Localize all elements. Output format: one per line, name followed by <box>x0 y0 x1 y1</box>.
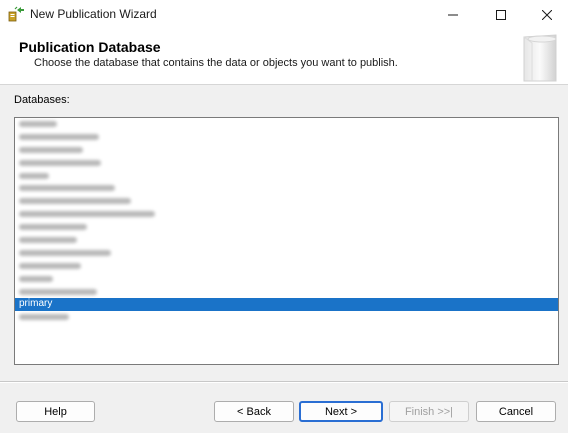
back-button[interactable]: < Back <box>214 401 294 422</box>
minimize-icon <box>448 14 458 15</box>
databases-label-text: Databases: <box>14 94 70 106</box>
wizard-app-icon <box>8 6 24 22</box>
cancel-button[interactable]: Cancel <box>476 401 556 422</box>
selected-database-name: primary <box>19 298 53 310</box>
list-item[interactable] <box>15 221 558 234</box>
back-button-label: < Back <box>237 405 271 418</box>
list-item[interactable] <box>15 208 558 221</box>
footer-divider-highlight <box>0 382 568 383</box>
window-title: New Publication Wizard <box>30 7 157 21</box>
list-item[interactable] <box>15 157 558 170</box>
next-button[interactable]: Next > <box>299 401 383 422</box>
publication-database-icon <box>523 34 557 82</box>
list-item[interactable] <box>15 273 558 286</box>
list-item[interactable] <box>15 170 558 183</box>
list-item[interactable] <box>15 182 558 195</box>
help-button[interactable]: Help <box>16 401 95 422</box>
finish-button-label: Finish >>| <box>404 405 454 418</box>
databases-listbox[interactable]: primary <box>14 117 559 365</box>
cancel-button-label: Cancel <box>498 405 534 418</box>
list-item[interactable] <box>15 195 558 208</box>
list-item[interactable] <box>15 144 558 157</box>
title-bar: New Publication Wizard <box>0 0 568 29</box>
finish-button[interactable]: Finish >>| <box>389 401 469 422</box>
list-item[interactable] <box>15 234 558 247</box>
page-subtitle: Choose the database that contains the da… <box>34 57 398 69</box>
list-item[interactable] <box>15 286 558 299</box>
close-icon <box>542 9 552 20</box>
list-item[interactable] <box>15 260 558 273</box>
close-button[interactable] <box>524 0 568 29</box>
wizard-header: Publication Database Choose the database… <box>0 29 568 85</box>
list-item-selected[interactable]: primary <box>15 298 558 312</box>
page-title: Publication Database <box>19 39 161 55</box>
maximize-icon <box>496 9 506 20</box>
next-button-label: Next > <box>324 405 358 418</box>
databases-label: Databases: <box>14 94 70 106</box>
help-button-label: Help <box>44 405 67 418</box>
maximize-button[interactable] <box>478 0 524 29</box>
minimize-button[interactable] <box>430 0 476 29</box>
list-item[interactable] <box>15 311 558 324</box>
list-item[interactable] <box>15 118 558 131</box>
list-item[interactable] <box>15 247 558 260</box>
list-item[interactable] <box>15 131 558 144</box>
